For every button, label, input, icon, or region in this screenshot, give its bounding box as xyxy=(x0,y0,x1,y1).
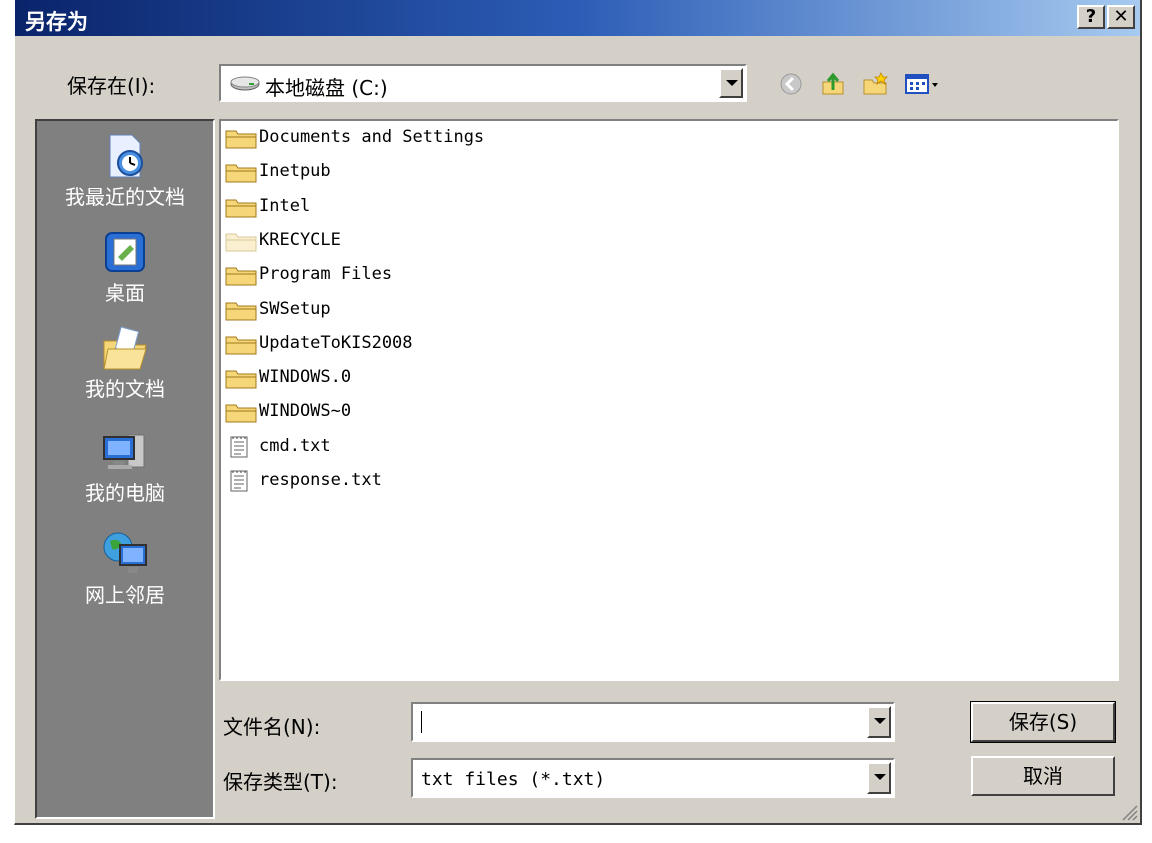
hard-drive-icon xyxy=(229,75,261,93)
back-icon[interactable] xyxy=(777,70,805,98)
network-places-icon xyxy=(100,529,150,579)
folder-icon xyxy=(225,230,257,252)
save-in-label: 保存在(I): xyxy=(67,74,156,98)
file-list[interactable]: Documents and Settings Inetpub Intel KRECYC… xyxy=(219,119,1119,681)
places-bar: 我最近的文档 桌面 我的文档 我的电脑 网上邻居 xyxy=(35,119,215,819)
folder-icon xyxy=(225,299,257,321)
my-documents-icon xyxy=(100,323,150,373)
title-bar[interactable]: 另存为 ? ✕ xyxy=(15,0,1140,36)
file-name: Intel xyxy=(259,195,311,216)
folder-icon xyxy=(225,196,257,218)
place-network[interactable]: 网上邻居 xyxy=(37,529,213,608)
up-folder-icon[interactable] xyxy=(819,70,847,98)
filename-label: 文件名(N): xyxy=(223,715,321,739)
filename-dropdown-button[interactable] xyxy=(867,706,891,738)
folder-icon xyxy=(225,161,257,183)
save-button[interactable]: 保存(S) xyxy=(970,701,1116,743)
folder-icon xyxy=(225,333,257,355)
file-name: SWSetup xyxy=(259,298,331,319)
file-name: Program Files xyxy=(259,264,393,285)
file-name: KRECYCLE xyxy=(259,229,341,250)
filetype-label: 保存类型(T): xyxy=(223,770,338,794)
file-name: UpdateToKIS2008 xyxy=(259,332,413,353)
place-label: 我的电脑 xyxy=(85,481,165,505)
place-my-computer[interactable]: 我的电脑 xyxy=(37,427,213,506)
place-my-documents[interactable]: 我的文档 xyxy=(37,323,213,402)
filename-input[interactable] xyxy=(411,702,895,742)
cancel-button[interactable]: 取消 xyxy=(971,756,1115,796)
filetype-dropdown-button[interactable] xyxy=(867,762,891,794)
window-title: 另存为 xyxy=(25,10,88,34)
text-file-icon xyxy=(225,470,257,492)
folder-icon xyxy=(225,264,257,286)
file-name: Documents and Settings xyxy=(259,127,485,147)
place-label: 我的文档 xyxy=(85,377,165,401)
save-in-dropdown-button[interactable] xyxy=(719,68,743,98)
place-label: 桌面 xyxy=(105,281,145,305)
file-name: WINDOWS.0 xyxy=(259,367,352,388)
text-cursor xyxy=(421,711,422,733)
folder-icon xyxy=(225,127,257,149)
close-button[interactable]: ✕ xyxy=(1107,5,1135,29)
recent-documents-icon xyxy=(100,131,150,181)
file-name: Inetpub xyxy=(259,161,331,182)
save-in-combo[interactable]: 本地磁盘 (C:) xyxy=(219,64,747,102)
folder-icon xyxy=(225,367,257,389)
filetype-select[interactable]: txt files (*.txt) xyxy=(411,758,895,798)
place-desktop[interactable]: 桌面 xyxy=(37,227,213,306)
place-recent-documents[interactable]: 我最近的文档 xyxy=(37,131,213,210)
save-in-value: 本地磁盘 (C:) xyxy=(265,76,388,100)
save-as-dialog: 另存为 ? ✕ 保存在(I): 本地磁盘 (C:) 我最近的文档 桌面 我的文档… xyxy=(14,0,1142,825)
filetype-value: txt files (*.txt) xyxy=(421,769,606,790)
resize-grip-icon[interactable] xyxy=(1118,801,1138,821)
file-name: cmd.txt xyxy=(259,435,331,456)
file-name: response.txt xyxy=(259,470,382,490)
text-file-icon xyxy=(225,436,257,458)
my-computer-icon xyxy=(100,427,150,477)
place-label: 我最近的文档 xyxy=(65,185,185,209)
place-label: 网上邻居 xyxy=(85,583,165,607)
new-folder-icon[interactable] xyxy=(861,70,889,98)
views-menu-icon[interactable] xyxy=(903,70,943,98)
folder-icon xyxy=(225,401,257,423)
desktop-icon xyxy=(100,227,150,277)
help-button[interactable]: ? xyxy=(1077,5,1105,29)
file-name: WINDOWS~0 xyxy=(259,401,352,422)
